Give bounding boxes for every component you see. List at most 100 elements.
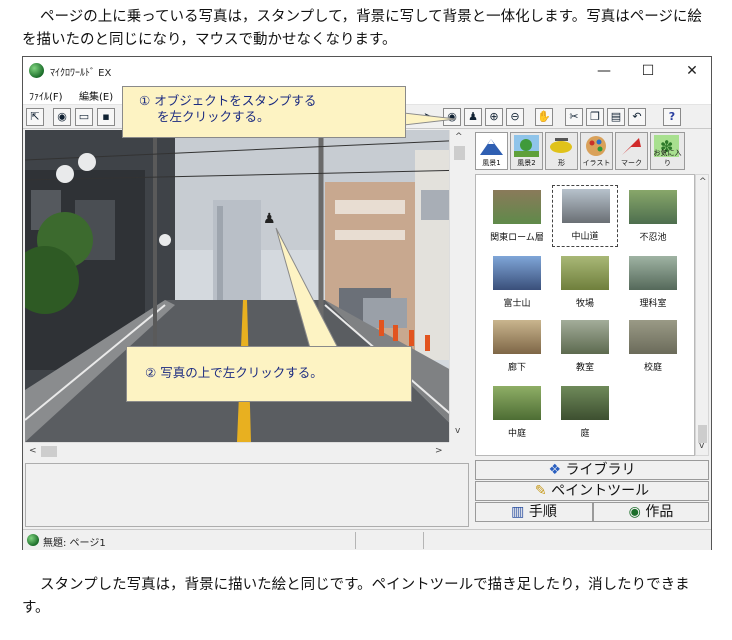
zoom-in-icon[interactable]: ⊕ xyxy=(485,108,503,126)
works-label: 作品 xyxy=(645,504,674,520)
thumbnail-list: 関東ローム層 中山道 不忍池 富士山 牧場 理科室 廊下 教室 校庭 中庭 庭 xyxy=(475,174,695,456)
tab-label: 風景1 xyxy=(482,159,501,167)
undo-icon[interactable]: ↶ xyxy=(628,108,646,126)
tab-mark[interactable]: マーク xyxy=(615,132,648,170)
thumb-label: 庭 xyxy=(580,429,590,439)
pointer-icon[interactable]: ⇱ xyxy=(26,108,44,126)
thumb-niwa[interactable]: 庭 xyxy=(552,383,618,445)
scroll-thumb[interactable] xyxy=(41,446,57,457)
cursor-arrow-icon[interactable]: ➤ xyxy=(419,108,437,126)
stamp-icon[interactable]: ♟ xyxy=(464,108,482,126)
procedure-label: 手順 xyxy=(528,504,557,520)
thumb-nakaniwa[interactable]: 中庭 xyxy=(484,383,550,445)
callout-step2: ② 写真の上で左クリックする。 xyxy=(126,346,412,402)
photo-horizontal-scrollbar[interactable]: < > xyxy=(25,442,449,460)
thumb-label: 牧場 xyxy=(575,299,594,309)
menu-edit[interactable]: 編集(E) xyxy=(79,88,113,103)
mountain-icon xyxy=(480,139,503,155)
paintbrush-icon: ✎ xyxy=(534,483,547,499)
thumb-label: 校庭 xyxy=(643,363,662,373)
title-bar: ﾏｲｸﾛﾜｰﾙﾄﾞ EX — ☐ ✕ xyxy=(23,57,711,85)
shape-icon xyxy=(550,138,572,153)
scroll-left-icon[interactable]: < xyxy=(29,446,37,456)
callout-step1: ① オブジェクトをスタンプする を左クリックする。 xyxy=(122,86,406,138)
thumb-fuji[interactable]: 富士山 xyxy=(484,253,550,315)
works-globe-icon: ◉ xyxy=(628,504,641,520)
tab-label: イラスト xyxy=(582,159,611,167)
tab-label: マーク xyxy=(621,159,642,167)
minimize-button[interactable]: — xyxy=(591,61,617,81)
photo-vertical-scrollbar[interactable]: ^ v xyxy=(449,130,469,442)
intro-paragraph: ページの上に乗っている写真は，スタンプして，背景に写して背景と一体化します。写真… xyxy=(22,9,702,48)
works-button[interactable]: ◉ 作品 xyxy=(593,502,709,522)
thumb-nakasendo[interactable]: 中山道 xyxy=(552,185,618,247)
help-icon[interactable]: ? xyxy=(663,108,681,126)
save-icon[interactable]: ▪ xyxy=(97,108,115,126)
eye-icon[interactable]: ◉ xyxy=(443,108,461,126)
thumb-shinobazu[interactable]: 不忍池 xyxy=(620,187,686,249)
menu-file[interactable]: ﾌｧｲﾙ(F) xyxy=(29,88,63,103)
copy-icon[interactable]: ❐ xyxy=(586,108,604,126)
callout2-text: 写真の上で左クリックする。 xyxy=(160,365,323,380)
tab-katachi[interactable]: 形 xyxy=(545,132,578,170)
thumbnail-scrollbar[interactable]: ^ v xyxy=(695,174,709,456)
app-globe-icon xyxy=(29,63,44,78)
scroll-thumb[interactable] xyxy=(454,146,465,160)
callout1-number: ① xyxy=(139,93,151,108)
scroll-up-icon[interactable]: ^ xyxy=(455,132,463,142)
open-folder-icon[interactable]: ▭ xyxy=(75,108,93,126)
procedure-button[interactable]: ▥ 手順 xyxy=(475,502,593,522)
thumb-bokujo[interactable]: 牧場 xyxy=(552,253,618,315)
status-text: 無題: ページ1 xyxy=(43,538,106,549)
library-icon: ❖ xyxy=(548,462,562,478)
illustration-icon xyxy=(586,136,606,156)
scroll-up-icon[interactable]: ^ xyxy=(699,177,707,187)
thumb-kyoshitsu[interactable]: 教室 xyxy=(552,317,618,379)
window-title: ﾏｲｸﾛﾜｰﾙﾄﾞ EX xyxy=(50,68,112,79)
thumb-label: 関東ローム層 xyxy=(490,233,544,243)
thumbnail-image xyxy=(493,386,541,420)
cut-icon[interactable]: ✂ xyxy=(565,108,583,126)
thumbnail-image xyxy=(561,256,609,290)
status-bar: 無題: ページ1 xyxy=(23,529,711,550)
scroll-down-icon[interactable]: v xyxy=(699,441,704,451)
tab-fukei1[interactable]: 風景1 xyxy=(475,132,508,170)
thumbnail-image xyxy=(629,190,677,224)
thumbnail-image xyxy=(493,320,541,354)
tab-favorite[interactable]: ✽ お気に入り xyxy=(650,132,685,170)
callout2-number: ② xyxy=(145,365,157,380)
zoom-out-icon[interactable]: ⊖ xyxy=(506,108,524,126)
globe-icon[interactable]: ◉ xyxy=(53,108,71,126)
thumb-label: 富士山 xyxy=(503,299,531,309)
thumbnail-image xyxy=(629,320,677,354)
outro-paragraph: スタンプした写真は，背景に描いた絵と同じです。ペイントツールで描き足したり，消し… xyxy=(22,577,690,616)
scroll-down-icon[interactable]: v xyxy=(455,426,460,436)
thumb-rikashitsu[interactable]: 理科室 xyxy=(620,253,686,315)
stop-icon[interactable]: ✋ xyxy=(535,108,553,126)
tab-illust[interactable]: イラスト xyxy=(580,132,613,170)
library-button[interactable]: ❖ ライブラリ xyxy=(475,460,709,480)
thumb-roka[interactable]: 廊下 xyxy=(484,317,550,379)
thumb-label: 中庭 xyxy=(507,429,526,439)
thumbnail-image xyxy=(561,320,609,354)
callout1-line1: オブジェクトをスタンプする xyxy=(154,93,317,108)
status-globe-icon xyxy=(27,534,39,546)
thumb-label: 不忍池 xyxy=(639,233,667,243)
close-button[interactable]: ✕ xyxy=(679,61,705,81)
paste-icon[interactable]: ▤ xyxy=(607,108,625,126)
thumb-kotei[interactable]: 校庭 xyxy=(620,317,686,379)
callout1-line2: を左クリックする。 xyxy=(157,109,270,124)
thumb-label: 理科室 xyxy=(639,299,667,309)
book-icon: ▥ xyxy=(511,504,525,520)
tab-fukei2[interactable]: 風景2 xyxy=(510,132,543,170)
tab-label: 風景2 xyxy=(517,159,536,167)
tab-label: お気に入り xyxy=(653,149,682,167)
landscape-icon xyxy=(514,135,539,157)
thumbnail-image xyxy=(562,189,610,223)
thumb-kanto-loam[interactable]: 関東ローム層 xyxy=(484,187,550,249)
svg-text:♟: ♟ xyxy=(263,211,276,227)
maximize-button[interactable]: ☐ xyxy=(635,61,661,81)
scroll-right-icon[interactable]: > xyxy=(435,446,443,456)
paint-tool-button[interactable]: ✎ ペイントツール xyxy=(475,481,709,501)
library-panel: 風景1 風景2 形 イラスト マーク ✽ お気に入り 関東ローム層 中山道 不忍… xyxy=(473,130,709,528)
